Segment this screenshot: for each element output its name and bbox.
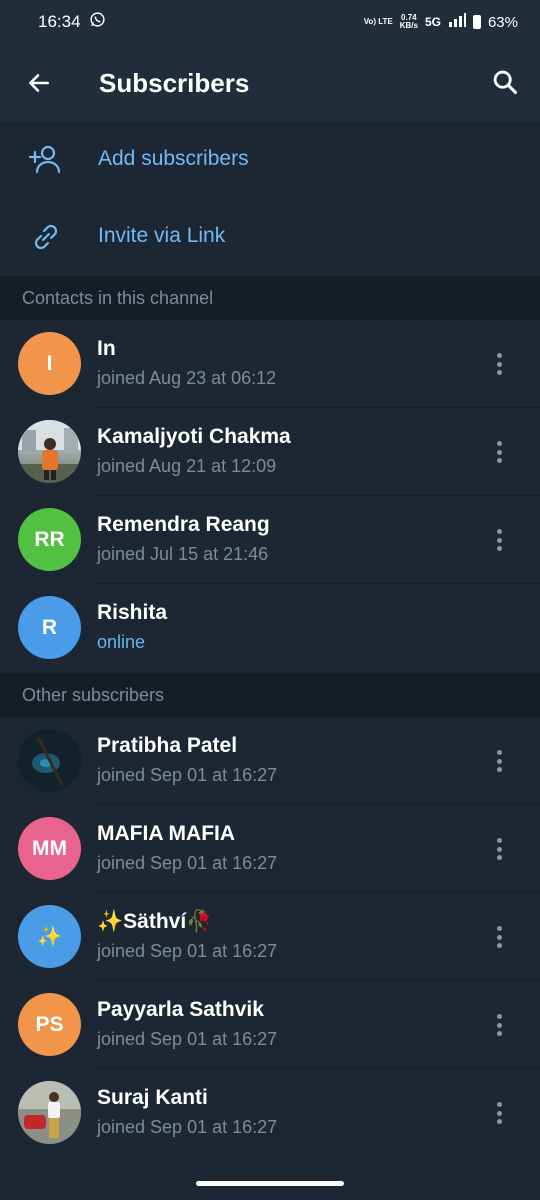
subscriber-name: Remendra Reang	[97, 513, 270, 536]
add-subscribers-button[interactable]: Add subscribers	[0, 122, 540, 199]
search-icon	[493, 70, 518, 95]
network-type: 5G	[424, 15, 441, 29]
more-options-icon[interactable]	[488, 835, 510, 863]
status-bar: 16:34 Vo) LTE 0.74 KB/s 5G 63%	[0, 0, 540, 44]
more-options-icon[interactable]	[488, 1099, 510, 1127]
avatar	[18, 1081, 81, 1144]
photo-avatar-icon	[18, 729, 81, 792]
section-header-contacts: Contacts in this channel	[0, 276, 540, 320]
more-options-icon[interactable]	[488, 526, 510, 554]
subscriber-status: joined Sep 01 at 16:27	[97, 1029, 278, 1049]
more-options-icon[interactable]	[488, 438, 510, 466]
battery-icon	[472, 15, 481, 29]
app-bar: Subscribers	[0, 44, 540, 122]
subscriber-status: joined Sep 01 at 16:27	[97, 853, 278, 873]
signal-icon	[448, 13, 466, 31]
subscriber-status: joined Aug 21 at 12:09	[97, 456, 277, 476]
volte-indicator: Vo) LTE	[363, 17, 393, 26]
back-button[interactable]	[24, 68, 54, 98]
home-gesture-handle[interactable]	[196, 1181, 344, 1186]
list-item[interactable]: Suraj Kanti joined Sep 01 at 16:27	[0, 1069, 540, 1157]
subscriber-status: joined Aug 23 at 06:12	[97, 368, 277, 388]
subscriber-name: Payyarla Sathvik	[97, 998, 264, 1021]
photo-avatar-icon	[18, 1081, 81, 1144]
network-speed: 0.74 KB/s	[400, 14, 418, 30]
list-item[interactable]: RR Remendra Reang joined Jul 15 at 21:46	[0, 496, 540, 584]
subscriber-status: joined Sep 01 at 16:27	[97, 765, 278, 785]
avatar: ✨	[18, 905, 81, 968]
list-item[interactable]: Pratibha Patel joined Sep 01 at 16:27	[0, 717, 540, 805]
subscriber-status: joined Sep 01 at 16:27	[97, 941, 278, 961]
network-speed-unit: KB/s	[399, 21, 418, 30]
avatar: MM	[18, 817, 81, 880]
subscriber-status: joined Jul 15 at 21:46	[97, 544, 269, 564]
list-item[interactable]: I In joined Aug 23 at 06:12	[0, 320, 540, 408]
subscriber-name: MAFIA MAFIA	[97, 822, 236, 845]
list-item[interactable]: Kamaljyoti Chakma joined Aug 21 at 12:09	[0, 408, 540, 496]
subscriber-status: online	[97, 632, 146, 652]
avatar: RR	[18, 508, 81, 571]
add-person-icon	[28, 145, 61, 174]
list-item[interactable]: R Rishita online	[0, 584, 540, 672]
invite-via-link-label: Invite via Link	[98, 224, 226, 247]
system-nav-bar	[0, 1166, 540, 1200]
subscriber-name: Pratibha Patel	[97, 734, 238, 757]
invite-via-link-button[interactable]: Invite via Link	[0, 199, 540, 276]
battery-level: 63%	[487, 13, 518, 31]
avatar: R	[18, 596, 81, 659]
list-item[interactable]: PS Payyarla Sathvik joined Sep 01 at 16:…	[0, 981, 540, 1069]
subscriber-name: Suraj Kanti	[97, 1086, 208, 1109]
section-header-other: Other subscribers	[0, 673, 540, 717]
list-item[interactable]: ✨ ✨Säthví🥀 joined Sep 01 at 16:27	[0, 893, 540, 981]
link-icon	[34, 224, 58, 250]
more-options-icon[interactable]	[488, 747, 510, 775]
avatar: I	[18, 332, 81, 395]
avatar	[18, 729, 81, 792]
more-options-icon[interactable]	[488, 923, 510, 951]
list-item[interactable]: MM MAFIA MAFIA joined Sep 01 at 16:27	[0, 805, 540, 893]
more-options-icon[interactable]	[488, 350, 510, 378]
subscriber-name: In	[97, 337, 116, 360]
subscriber-name: Rishita	[97, 601, 168, 624]
arrow-left-icon	[29, 74, 49, 92]
subscriber-name: ✨Säthví🥀	[97, 910, 213, 933]
status-time: 16:34	[38, 12, 81, 31]
subscriber-status: joined Sep 01 at 16:27	[97, 1117, 278, 1137]
avatar	[18, 420, 81, 483]
whatsapp-icon	[89, 11, 106, 33]
more-options-icon[interactable]	[488, 1011, 510, 1039]
actions-section: Add subscribers Invite via Link	[0, 122, 540, 276]
subscriber-name: Kamaljyoti Chakma	[97, 425, 291, 448]
add-subscribers-label: Add subscribers	[98, 147, 249, 170]
photo-avatar-icon	[18, 420, 81, 483]
search-button[interactable]	[491, 68, 521, 98]
avatar: PS	[18, 993, 81, 1056]
page-title: Subscribers	[99, 68, 250, 98]
